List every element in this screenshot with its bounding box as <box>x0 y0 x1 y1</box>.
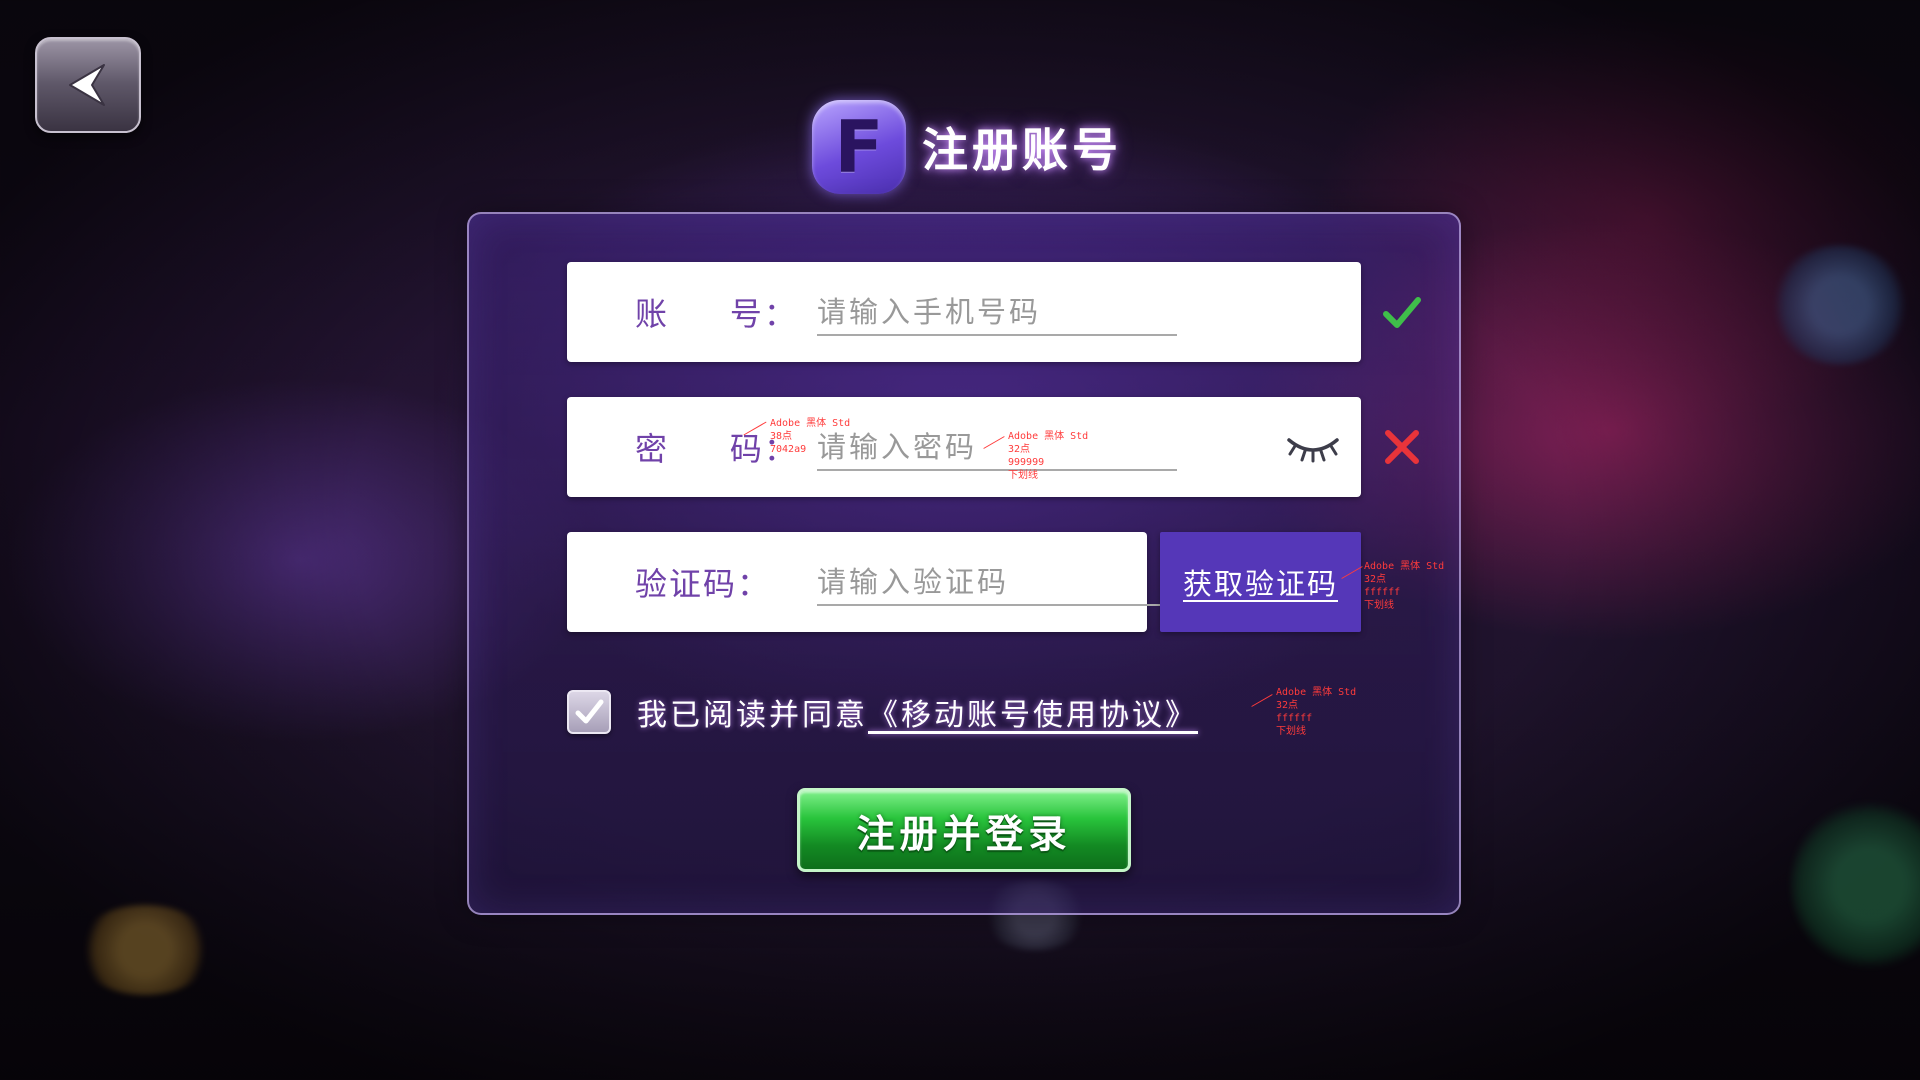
agreement-text: 我已阅读并同意 <box>637 698 868 733</box>
password-field: 密 码： <box>567 397 1361 497</box>
page-title: 注册账号 <box>922 123 1122 177</box>
back-button[interactable] <box>35 37 141 133</box>
verification-code-label: 验证码： <box>635 565 772 603</box>
poker-chip-decoration <box>75 905 215 995</box>
account-label: 账 号： <box>635 295 798 333</box>
label-spec-annotation: Adobe 黑体 Std 38点 7042a9 <box>770 418 851 455</box>
agreement-row: 我已阅读并同意 《移动账号使用协议》 <box>567 690 1198 734</box>
register-login-label: 注册并登录 <box>856 811 1072 856</box>
agreement-checkbox[interactable] <box>567 690 611 734</box>
verification-code-field: 验证码： <box>567 532 1177 632</box>
password-input[interactable] <box>817 425 1177 471</box>
account-input[interactable] <box>817 290 1177 336</box>
placeholder-spec-annotation: Adobe 黑体 Std 32点 999999 下划线 <box>1008 431 1089 481</box>
register-login-button[interactable]: 注册并登录 <box>797 788 1131 872</box>
get-code-label: 获取验证码 <box>1182 567 1338 601</box>
page-header: F 注册账号 <box>812 98 1122 196</box>
code-button-spec-annotation: Adobe 黑体 Std 32点 ffffff 下划线 <box>1364 561 1445 611</box>
checkmark-icon <box>1383 297 1421 328</box>
back-arrow-icon <box>69 64 105 106</box>
poker-chip-decoration <box>1770 245 1910 365</box>
cross-icon <box>1385 430 1419 464</box>
verification-code-input[interactable] <box>817 560 1177 606</box>
agreement-link[interactable]: 《移动账号使用协议》 <box>868 690 1198 734</box>
checkbox-check-icon <box>575 699 604 724</box>
eye-closed-icon[interactable] <box>1285 430 1341 464</box>
account-field: 账 号： <box>567 262 1361 362</box>
get-code-button[interactable]: 获取验证码 <box>1160 532 1361 632</box>
agreement-spec-annotation: Adobe 黑体 Std 32点 ffffff 下划线 <box>1276 687 1357 737</box>
logo-letter: F <box>834 105 884 189</box>
app-logo: F <box>812 100 906 194</box>
